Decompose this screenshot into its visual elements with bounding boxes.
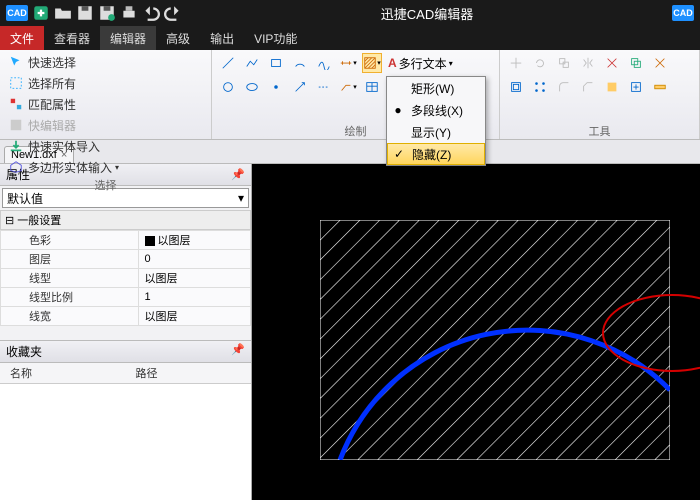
redo-icon[interactable] xyxy=(164,4,182,22)
dd-rect[interactable]: 矩形(W) xyxy=(387,77,485,99)
menu-file[interactable]: 文件 xyxy=(0,26,44,50)
tool-explode[interactable] xyxy=(602,53,622,73)
match-icon xyxy=(9,97,25,113)
chevron-down-icon: ▾ xyxy=(238,191,244,205)
tool-hatch[interactable]: ▾ xyxy=(362,53,382,73)
save-icon[interactable] xyxy=(76,4,94,22)
prop-row-lscale[interactable]: 线型比例1 xyxy=(1,288,251,307)
tool-mirror xyxy=(578,53,598,73)
group-label-tools: 工具 xyxy=(506,123,693,137)
tool-arc[interactable] xyxy=(290,53,310,73)
cmd-quick-import[interactable]: 快速实体导入 xyxy=(6,137,122,156)
fav-col-name[interactable]: 名称 xyxy=(0,363,126,383)
tool-ray[interactable] xyxy=(290,77,310,97)
tool-fillet xyxy=(554,77,574,97)
favorites-columns: 名称 路径 xyxy=(0,363,251,384)
polygon-icon xyxy=(9,160,25,176)
tool-ellipse[interactable] xyxy=(242,77,262,97)
tool-rotate xyxy=(530,53,550,73)
cmd-quick-select[interactable]: 快速选择 xyxy=(6,53,122,72)
import-icon xyxy=(9,139,25,155)
tool-rect[interactable] xyxy=(266,53,286,73)
dd-polyline[interactable]: ●多段线(X) xyxy=(387,99,485,121)
default-combo[interactable]: 默认值▾ xyxy=(2,188,249,208)
tool-measure[interactable] xyxy=(650,77,670,97)
tool-xline[interactable] xyxy=(314,77,334,97)
select-all-icon xyxy=(9,76,25,92)
fav-col-path[interactable]: 路径 xyxy=(126,363,252,383)
app-title: 迅捷CAD编辑器 xyxy=(182,4,672,23)
pin-icon-fav[interactable]: 📌 xyxy=(231,343,245,360)
tool-spline[interactable] xyxy=(314,53,334,73)
cmd-quick-editor: 快编辑器 xyxy=(6,116,122,135)
tool-copy[interactable] xyxy=(626,53,646,73)
group-label-select: 选择 xyxy=(6,177,205,191)
print-icon[interactable] xyxy=(120,4,138,22)
tool-insert[interactable] xyxy=(626,77,646,97)
tool-offset[interactable] xyxy=(506,77,526,97)
open-icon[interactable] xyxy=(54,4,72,22)
saveas-icon[interactable] xyxy=(98,4,116,22)
dd-show[interactable]: 显示(Y) xyxy=(387,121,485,143)
menu-viewer[interactable]: 查看器 xyxy=(44,26,100,50)
tool-circle[interactable] xyxy=(218,77,238,97)
prop-row-layer[interactable]: 图层0 xyxy=(1,250,251,269)
menu-editor[interactable]: 编辑器 xyxy=(100,26,156,50)
hatch-dropdown: 矩形(W) ●多段线(X) 显示(Y) ✓隐藏(Z) xyxy=(386,76,486,166)
cmd-select-all[interactable]: 选择所有 xyxy=(6,74,122,93)
ribbon: 快速选择 选择所有 匹配属性 快编辑器 快速实体导入 多边形实体输入▾ 选择 ▾… xyxy=(0,50,700,140)
title-bar: CAD 迅捷CAD编辑器 CAD xyxy=(0,0,700,26)
prop-row-lwidth[interactable]: 线宽以图层 xyxy=(1,307,251,326)
tool-leader[interactable]: ▾ xyxy=(338,77,358,97)
cmd-poly-import[interactable]: 多边形实体输入▾ xyxy=(6,158,122,177)
favorites-body xyxy=(0,384,251,500)
pin-icon[interactable]: 📌 xyxy=(231,168,245,181)
prop-row-color[interactable]: 色彩以图层 xyxy=(1,231,251,250)
tool-array[interactable] xyxy=(530,77,550,97)
tool-mtext[interactable]: A多行文本▾ xyxy=(386,53,455,73)
tool-dim[interactable]: ▾ xyxy=(338,53,358,73)
cmd-match-props[interactable]: 匹配属性 xyxy=(6,95,122,114)
tool-block[interactable] xyxy=(602,77,622,97)
menu-bar: 文件 查看器 编辑器 高级 输出 VIP功能 xyxy=(0,26,700,50)
tool-trim[interactable] xyxy=(650,53,670,73)
prop-row-linetype[interactable]: 线型以图层 xyxy=(1,269,251,288)
cad-badge-icon: CAD xyxy=(672,5,694,21)
menu-output[interactable]: 输出 xyxy=(200,26,244,50)
tool-line[interactable] xyxy=(218,53,238,73)
cursor-icon xyxy=(9,55,25,71)
dd-hide[interactable]: ✓隐藏(Z) xyxy=(387,143,485,165)
prop-section[interactable]: ⊟ 一般设置 xyxy=(0,210,251,230)
tool-table[interactable] xyxy=(362,77,382,97)
drawing-canvas[interactable] xyxy=(252,164,700,500)
undo-icon[interactable] xyxy=(142,4,160,22)
left-panel: 属性📌 默认值▾ ⊟ 一般设置 色彩以图层 图层0 线型以图层 线型比例1 线宽… xyxy=(0,164,252,500)
properties-table: 色彩以图层 图层0 线型以图层 线型比例1 线宽以图层 xyxy=(0,230,251,326)
new-icon[interactable] xyxy=(32,4,50,22)
favorites-header: 收藏夹📌 xyxy=(0,340,251,363)
tool-point[interactable] xyxy=(266,77,286,97)
tool-move xyxy=(506,53,526,73)
app-logo-icon: CAD xyxy=(6,5,28,21)
hatch-drawing xyxy=(320,220,670,460)
color-swatch-icon xyxy=(145,236,155,246)
menu-vip[interactable]: VIP功能 xyxy=(244,26,307,50)
tool-scale xyxy=(554,53,574,73)
tool-chamfer xyxy=(578,77,598,97)
menu-advanced[interactable]: 高级 xyxy=(156,26,200,50)
tool-polyline[interactable] xyxy=(242,53,262,73)
editor-icon xyxy=(9,118,25,134)
